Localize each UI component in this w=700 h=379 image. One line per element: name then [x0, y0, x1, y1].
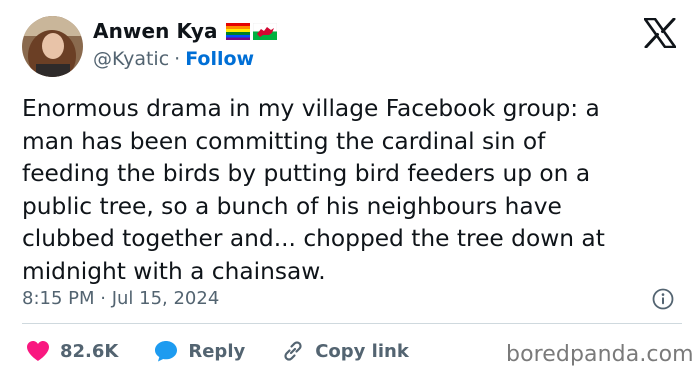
handle-row: @Kyatic · Follow [93, 48, 254, 70]
tweet-timestamp[interactable]: 8:15 PM · Jul 15, 2024 [22, 288, 219, 309]
copy-link-button[interactable]: Copy link [281, 339, 409, 363]
handle-separator: · [174, 48, 181, 70]
avatar-photo [22, 16, 83, 77]
tweet-actions: 82.6K Reply Copy link [26, 339, 409, 363]
tweet-text: Enormous drama in my village Facebook gr… [22, 95, 605, 285]
user-handle[interactable]: @Kyatic [93, 48, 169, 70]
reply-label: Reply [188, 340, 246, 362]
reply-button[interactable]: Reply [154, 340, 245, 362]
like-count: 82.6K [60, 340, 119, 362]
x-logo-icon[interactable] [644, 18, 676, 48]
info-icon[interactable] [652, 288, 674, 310]
divider [22, 323, 682, 324]
wales-flag-icon [252, 22, 277, 40]
display-name[interactable]: Anwen Kya [93, 19, 218, 43]
watermark: boredpanda.com [506, 342, 694, 367]
copy-link-label: Copy link [315, 340, 409, 362]
like-button[interactable]: 82.6K [26, 340, 118, 362]
author-name-row: Anwen Kya [93, 19, 277, 43]
flag-emojis [225, 22, 277, 40]
heart-icon [27, 341, 49, 361]
speech-bubble-icon [155, 341, 178, 362]
avatar[interactable] [22, 16, 83, 77]
rainbow-flag-icon [225, 22, 250, 40]
link-icon [284, 341, 302, 361]
follow-button[interactable]: Follow [185, 48, 254, 70]
